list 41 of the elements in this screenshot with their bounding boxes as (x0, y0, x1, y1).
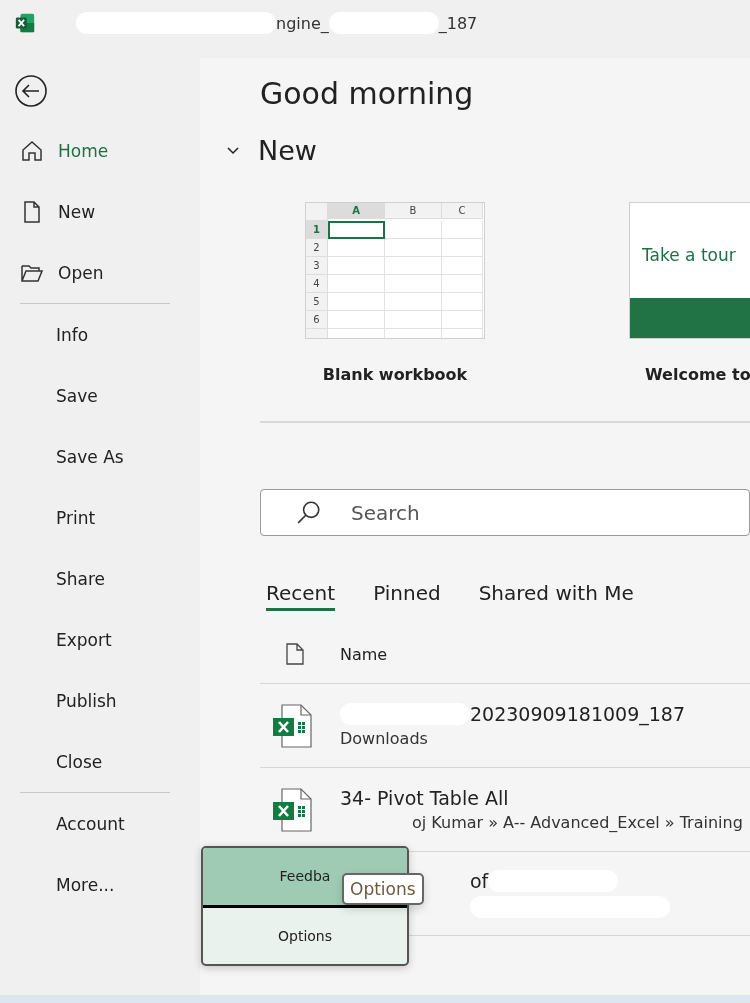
sidebar-item[interactable]: More... (0, 854, 200, 915)
home-icon (20, 138, 44, 163)
sidebar-item[interactable]: Close (0, 731, 200, 792)
sidebar-item[interactable]: Publish (0, 670, 200, 731)
tooltip: Options (342, 873, 424, 905)
blank-workbook-thumbnail[interactable]: A B C 1 2 3 4 5 6 (305, 202, 485, 339)
search-field[interactable]: Search (260, 489, 750, 536)
tab[interactable]: Recent (266, 581, 336, 611)
sidebar-item[interactable]: Export (0, 609, 200, 670)
spreadsheet-file-icon (272, 787, 312, 832)
sidebar-item[interactable]: Print (0, 487, 200, 548)
back-button[interactable] (14, 74, 48, 108)
sidebar-item[interactable]: Share (0, 548, 200, 609)
sidebar-item[interactable]: New (0, 181, 200, 242)
file-name[interactable]: 34- Pivot Table All (340, 787, 509, 809)
greeting-heading: Good morning (260, 76, 475, 111)
sidebar-item[interactable]: Save (0, 365, 200, 426)
tab[interactable]: Shared with Me (478, 581, 634, 611)
sidebar-item[interactable]: Info (0, 304, 200, 365)
window-title: _187 (438, 13, 478, 33)
spreadsheet-file-icon (272, 703, 312, 748)
file-icon (286, 643, 304, 665)
tour-caption: Take a tour (641, 244, 737, 267)
sidebar-item[interactable]: Open (0, 242, 200, 303)
sidebar-item[interactable]: Account (0, 793, 200, 854)
tour-thumbnail[interactable]: Take a tour (629, 202, 750, 339)
sidebar-item[interactable]: Home (0, 120, 200, 181)
file-location: oj Kumar » A-- Advanced_Excel » Training (412, 813, 743, 832)
menu-item[interactable]: Options (203, 907, 407, 964)
sidebar-item[interactable]: Save As (0, 426, 200, 487)
window-title: ngine_ (276, 13, 329, 33)
new-section-toggle[interactable]: New (226, 135, 317, 166)
column-header: Name (340, 644, 388, 664)
search-icon (296, 499, 322, 525)
tab[interactable]: Pinned (373, 581, 441, 611)
template-label: Blank workbook (322, 365, 468, 384)
template-label: Welcome to (645, 365, 750, 384)
file-name[interactable]: of (470, 869, 489, 892)
file-location: Downloads (340, 729, 428, 748)
file-name[interactable]: 20230909181009_187 (470, 703, 685, 725)
app-logo-icon (14, 12, 36, 34)
